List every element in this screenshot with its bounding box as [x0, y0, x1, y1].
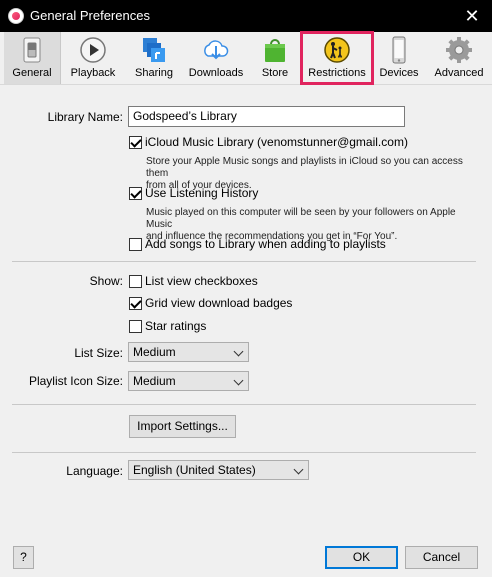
- tab-restrictions[interactable]: Restrictions: [300, 31, 374, 85]
- phone-icon: [392, 36, 406, 64]
- tab-downloads[interactable]: Downloads: [186, 32, 246, 84]
- tab-restrictions-label: Restrictions: [308, 67, 366, 79]
- playlist-icon-size-value: Medium: [133, 374, 176, 388]
- help-button[interactable]: ?: [13, 546, 34, 569]
- icloud-music-library-label: iCloud Music Library (venomstunner@gmail…: [145, 135, 408, 149]
- list-size-dropdown[interactable]: Medium: [128, 342, 249, 362]
- star-ratings-checkbox[interactable]: [129, 320, 142, 333]
- itunes-app-icon: [8, 8, 24, 24]
- tab-general[interactable]: General: [4, 32, 61, 84]
- preferences-window: General Preferences ✕ General Playback S…: [0, 0, 492, 577]
- import-settings-button[interactable]: Import Settings...: [129, 415, 236, 438]
- listening-history-label: Use Listening History: [145, 186, 259, 200]
- window-title: General Preferences: [30, 8, 150, 23]
- listening-history-checkbox[interactable]: [129, 187, 142, 200]
- ok-button[interactable]: OK: [325, 546, 398, 569]
- play-icon: [80, 37, 106, 63]
- separator: [12, 261, 476, 262]
- gear-icon: [446, 37, 472, 63]
- language-dropdown[interactable]: English (United States): [128, 460, 309, 480]
- tab-devices[interactable]: Devices: [376, 32, 422, 84]
- library-name-field[interactable]: Godspeed’s Library: [128, 106, 405, 127]
- list-size-label: List Size:: [74, 346, 123, 360]
- chevron-down-icon: [293, 464, 304, 475]
- download-cloud-icon: [204, 40, 229, 60]
- tab-sharing[interactable]: Sharing: [126, 32, 182, 84]
- separator: [12, 452, 476, 453]
- language-label: Language:: [66, 464, 123, 478]
- tab-advanced[interactable]: Advanced: [428, 32, 490, 84]
- title-bar: General Preferences ✕: [0, 0, 492, 32]
- parental-restrictions-icon: [324, 37, 350, 63]
- grid-view-badges-label: Grid view download badges: [145, 296, 293, 310]
- listening-history-description-line-1: Music played on this computer will be se…: [146, 207, 456, 230]
- add-songs-checkbox[interactable]: [129, 238, 142, 251]
- chevron-down-icon: [233, 346, 244, 357]
- sharing-icon: [143, 38, 165, 62]
- close-icon[interactable]: ✕: [460, 4, 484, 28]
- list-view-checkboxes-checkbox[interactable]: [129, 275, 142, 288]
- add-songs-label: Add songs to Library when adding to play…: [145, 237, 386, 251]
- tab-downloads-label: Downloads: [188, 67, 244, 79]
- library-name-label: Library Name:: [47, 110, 123, 124]
- playlist-icon-size-dropdown[interactable]: Medium: [128, 371, 249, 391]
- preferences-toolbar: General Playback Sharing Downloads Store…: [0, 31, 492, 85]
- tab-advanced-label: Advanced: [434, 67, 484, 79]
- icloud-description-line-1: Store your Apple Music songs and playlis…: [146, 156, 463, 179]
- star-ratings-label: Star ratings: [145, 319, 207, 333]
- tab-playback-label: Playback: [70, 67, 116, 79]
- tab-sharing-label: Sharing: [135, 67, 173, 79]
- separator: [12, 404, 476, 405]
- playlist-icon-size-label: Playlist Icon Size:: [28, 374, 123, 388]
- list-size-value: Medium: [133, 345, 176, 359]
- tab-playback[interactable]: Playback: [64, 32, 122, 84]
- tab-store[interactable]: Store: [250, 32, 300, 84]
- language-value: English (United States): [133, 463, 256, 477]
- cancel-button[interactable]: Cancel: [405, 546, 478, 569]
- icloud-music-library-checkbox[interactable]: [129, 136, 142, 149]
- store-bag-icon: [265, 39, 285, 62]
- grid-view-badges-checkbox[interactable]: [129, 297, 142, 310]
- chevron-down-icon: [233, 375, 244, 386]
- tab-devices-label: Devices: [379, 67, 419, 79]
- list-view-checkboxes-label: List view checkboxes: [145, 274, 258, 288]
- tab-store-label: Store: [261, 67, 289, 79]
- show-label: Show:: [89, 274, 123, 288]
- tab-general-label: General: [12, 67, 52, 79]
- general-switch-icon: [23, 37, 41, 63]
